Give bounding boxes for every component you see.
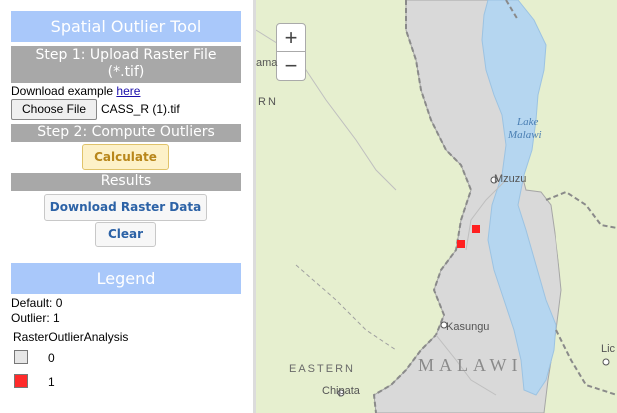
layer-name: RasterOutlierAnalysis bbox=[13, 330, 129, 344]
legend-swatch-default bbox=[14, 350, 28, 364]
map-label-malawi-lake: Malawi bbox=[508, 129, 542, 141]
outlier-cell[interactable] bbox=[472, 225, 480, 233]
map-label-lake: Lake bbox=[517, 116, 539, 128]
map-label-rn: RN bbox=[258, 96, 278, 108]
step2-header: Step 2: Compute Outliers bbox=[11, 124, 241, 142]
left-panel: Spatial Outlier Tool Step 1: Upload Rast… bbox=[0, 0, 253, 413]
map-label-malawi: MALAWI bbox=[418, 355, 523, 375]
calculate-button[interactable]: Calculate bbox=[82, 144, 169, 170]
download-example-text: Download example here bbox=[11, 84, 140, 98]
map-label-eastern: EASTERN bbox=[289, 363, 355, 375]
legend-label-outlier: 1 bbox=[48, 375, 55, 389]
results-header: Results bbox=[11, 173, 241, 191]
legend-title: Legend bbox=[11, 263, 241, 294]
map-label-ama: ama bbox=[256, 57, 278, 69]
zoom-out-button[interactable]: − bbox=[276, 52, 306, 81]
tool-title: Spatial Outlier Tool bbox=[11, 11, 241, 42]
map-view[interactable]: + − ama RN Lake Malawi Mzuzu Kasungu MAL… bbox=[256, 0, 617, 413]
map-label-lic: Lic bbox=[601, 343, 616, 355]
map-label-mzuzu: Mzuzu bbox=[494, 173, 527, 185]
download-example-prefix: Download example bbox=[11, 84, 117, 98]
outlier-cell[interactable] bbox=[457, 240, 465, 248]
legend-swatch-outlier bbox=[14, 374, 28, 388]
outlier-text: Outlier: 1 bbox=[11, 311, 60, 325]
legend-label-default: 0 bbox=[48, 351, 55, 365]
download-raster-button[interactable]: Download Raster Data bbox=[44, 194, 207, 221]
clear-button[interactable]: Clear bbox=[95, 222, 156, 247]
basemap bbox=[256, 0, 617, 413]
map-label-kasungu: Kasungu bbox=[446, 321, 490, 333]
default-text: Default: 0 bbox=[11, 296, 63, 310]
step1-header: Step 1: Upload Raster File (*.tif) bbox=[11, 46, 241, 83]
choose-file-button[interactable]: Choose File bbox=[11, 99, 97, 120]
map-label-chipata: Chipata bbox=[322, 385, 360, 397]
file-name: CASS_R (1).tif bbox=[101, 102, 180, 116]
download-example-link[interactable]: here bbox=[116, 84, 140, 98]
zoom-in-button[interactable]: + bbox=[276, 23, 306, 52]
